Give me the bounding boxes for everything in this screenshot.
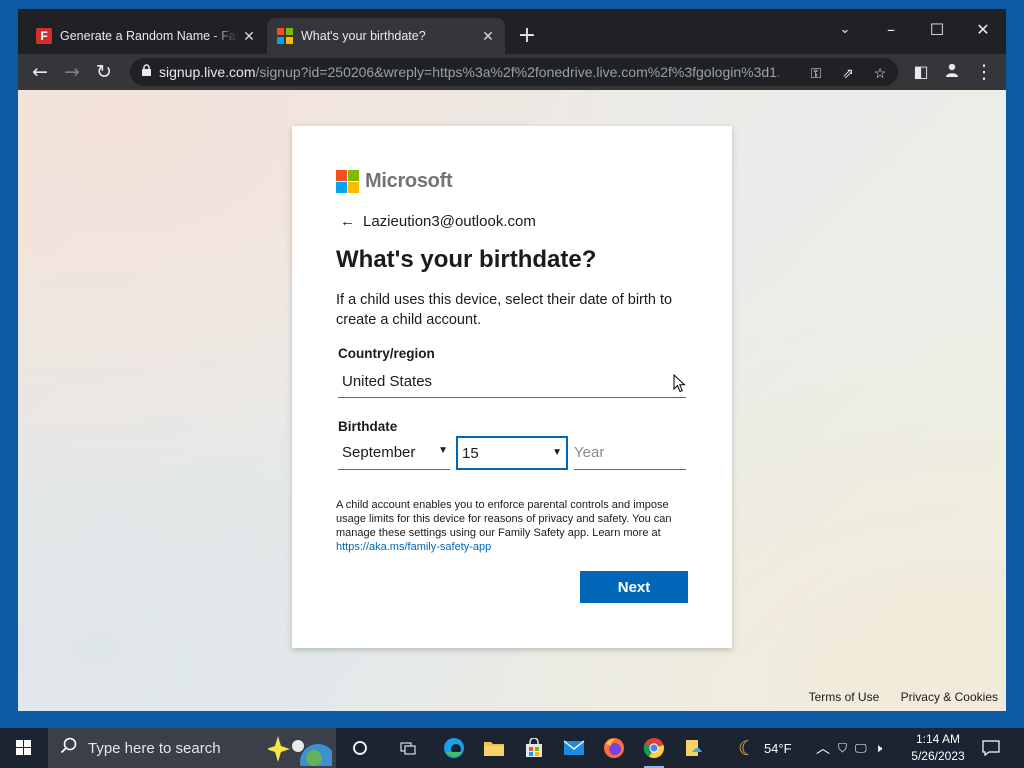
window-close-button[interactable]: ✕ — [960, 15, 1006, 45]
weather-temp: 54°F — [763, 740, 792, 756]
next-button[interactable]: Next — [580, 571, 688, 603]
start-button[interactable] — [0, 728, 48, 768]
side-panel-icon[interactable]: ◧ — [908, 59, 934, 85]
notes-app-icon[interactable] — [678, 734, 710, 762]
new-tab-button[interactable]: + — [515, 25, 539, 49]
close-icon[interactable]: ✕ — [238, 28, 260, 45]
microsoft-logo: Microsoft — [336, 170, 453, 193]
footer-links: Terms of Use Privacy & Cookies — [791, 690, 998, 704]
identity-back-link[interactable]: ← Lazieution3@outlook.com — [340, 213, 536, 230]
clock-date: 5/26/2023 — [911, 749, 965, 763]
search-icon — [60, 737, 80, 760]
tab-title: Generate a Random Name - Fake Name Gener… — [60, 29, 238, 43]
forward-button[interactable]: → — [59, 59, 85, 85]
description-text: If a child uses this device, select thei… — [336, 292, 673, 328]
system-clock[interactable]: 1:14 AM 5/26/2023 — [900, 731, 976, 765]
url-text: signup.live.com/signup?id=250206&wreply=… — [159, 64, 779, 80]
network-icon[interactable]: 🖵 — [855, 741, 867, 756]
tab-fake-name-generator[interactable]: F Generate a Random Name - Fake Name Gen… — [26, 18, 266, 54]
browser-toolbar: ← → ↻ signup.live.com/signup?id=250206&w… — [18, 54, 1006, 90]
tab-strip: F Generate a Random Name - Fake Name Gen… — [18, 9, 1006, 54]
family-safety-link[interactable]: https://aka.ms/family-safety-app — [336, 541, 491, 553]
month-select[interactable]: September ▼ — [338, 436, 450, 470]
search-placeholder: Type here to search — [88, 739, 221, 757]
firefox-icon[interactable] — [598, 734, 630, 762]
page-viewport: Microsoft ← Lazieution3@outlook.com What… — [18, 90, 1006, 711]
chrome-icon[interactable] — [638, 734, 670, 768]
mail-icon[interactable] — [558, 734, 590, 762]
country-label: Country/region — [338, 346, 435, 361]
signup-card: Microsoft ← Lazieution3@outlook.com What… — [292, 126, 732, 648]
close-icon[interactable]: ✕ — [477, 28, 499, 45]
windows-icon — [16, 740, 31, 755]
browser-window: F Generate a Random Name - Fake Name Gen… — [18, 9, 1006, 711]
store-icon[interactable] — [518, 734, 550, 762]
tab-birthdate[interactable]: What's your birthdate? ✕ — [267, 18, 505, 54]
mouse-cursor-icon — [673, 374, 686, 393]
page-title: What's your birthdate? — [336, 246, 597, 273]
day-select[interactable]: 15 ▼ — [456, 436, 568, 470]
birthdate-label: Birthdate — [338, 419, 398, 434]
back-arrow-icon[interactable]: ← — [340, 213, 355, 230]
day-value: 15 — [462, 444, 479, 462]
privacy-link[interactable]: Privacy & Cookies — [901, 690, 998, 704]
profile-icon[interactable] — [939, 59, 965, 85]
menu-kebab-icon[interactable]: ⋮ — [971, 59, 997, 85]
weather-widget[interactable]: ☾ 54°F — [738, 728, 792, 768]
tab-title: What's your birthdate? — [301, 29, 426, 43]
address-bar[interactable]: signup.live.com/signup?id=250206&wreply=… — [130, 58, 898, 86]
year-placeholder: Year — [574, 444, 605, 461]
search-highlight-icon — [268, 736, 332, 766]
year-input[interactable]: Year — [574, 436, 686, 470]
tab-search-button[interactable]: ⌄ — [822, 15, 868, 45]
edge-icon[interactable] — [438, 734, 470, 762]
country-value: United States — [342, 373, 433, 390]
terms-link[interactable]: Terms of Use — [809, 690, 880, 704]
clock-time: 1:14 AM — [915, 732, 961, 746]
country-select[interactable]: United States — [338, 366, 686, 398]
notification-icon[interactable] — [982, 728, 1000, 768]
brand-name: Microsoft — [365, 170, 453, 192]
share-icon[interactable]: ⇗ — [838, 63, 858, 83]
microsoft-icon — [336, 170, 359, 193]
account-email: Lazieution3@outlook.com — [363, 213, 536, 230]
key-icon[interactable]: ⚿ — [806, 63, 826, 83]
lock-icon — [141, 64, 159, 80]
microsoft-icon — [277, 28, 293, 44]
chevron-down-icon: ▼ — [552, 447, 562, 458]
moon-icon: ☾ — [738, 737, 756, 760]
system-tray-icons: ⛉ 🖵 🕨 — [838, 728, 882, 768]
maximize-button[interactable]: ☐ — [914, 15, 960, 45]
reload-button[interactable]: ↻ — [91, 59, 117, 85]
file-explorer-icon[interactable] — [478, 734, 510, 762]
cortana-icon[interactable] — [344, 734, 376, 762]
task-view-icon[interactable] — [392, 734, 424, 762]
note-text: A child account enables you to enforce p… — [336, 499, 672, 539]
chevron-down-icon: ▼ — [438, 445, 448, 456]
minimize-button[interactable]: – — [868, 15, 914, 45]
volume-muted-icon[interactable]: 🕨 — [875, 741, 883, 756]
child-account-note: A child account enables you to enforce p… — [336, 498, 676, 554]
back-button[interactable]: ← — [27, 59, 53, 85]
taskbar-search[interactable]: Type here to search — [48, 728, 336, 768]
month-value: September — [342, 444, 416, 461]
security-icon[interactable]: ⛉ — [838, 741, 847, 756]
bookmark-star-icon[interactable]: ☆ — [870, 63, 890, 83]
fakename-icon: F — [36, 28, 52, 44]
chevron-up-icon[interactable]: ︿ — [816, 728, 830, 768]
taskbar: Type here to search ☾ 54°F ︿ ⛉ � — [0, 728, 1024, 768]
